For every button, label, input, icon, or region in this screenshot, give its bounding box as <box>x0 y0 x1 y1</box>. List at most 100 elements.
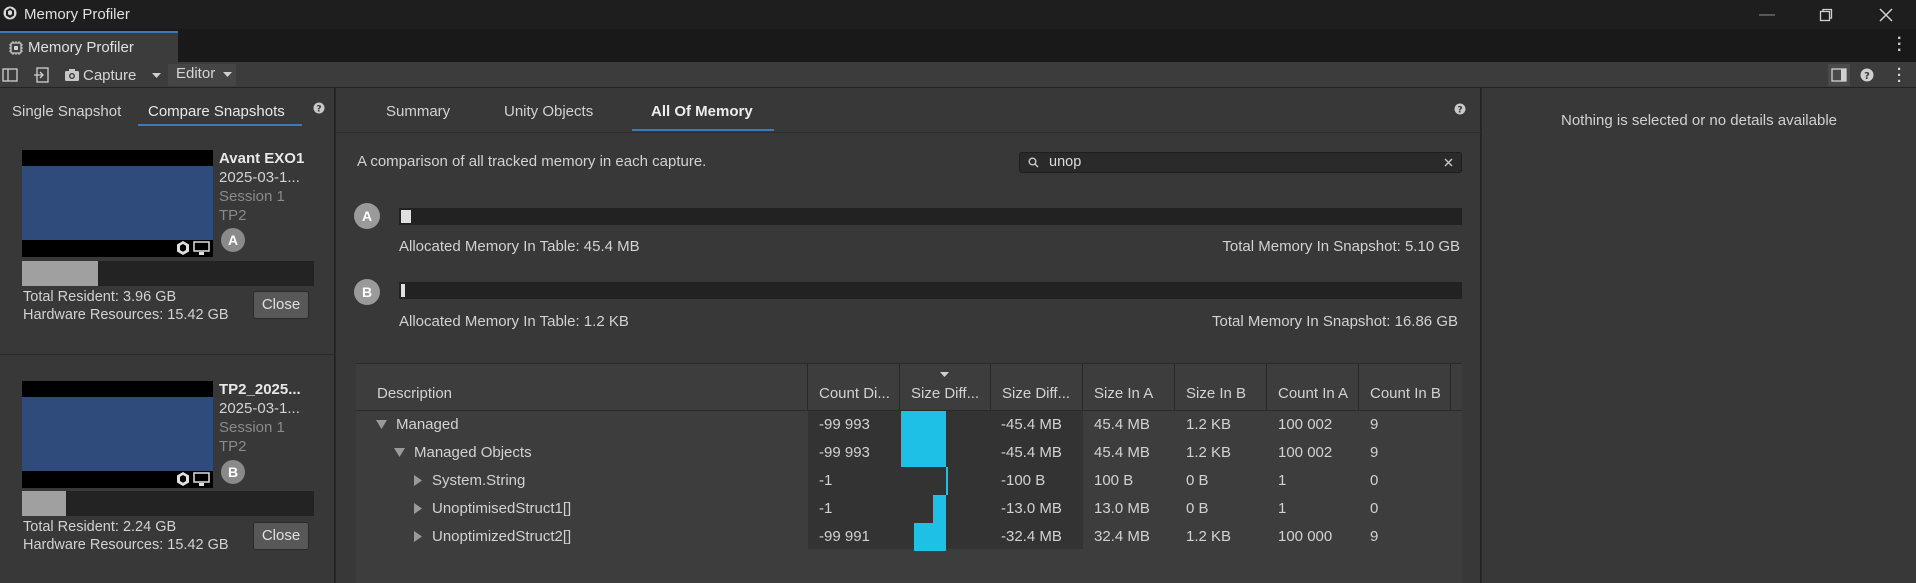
column-count-in-a[interactable]: Count In A <box>1267 364 1359 410</box>
row-size-in-a: 45.4 MB <box>1094 444 1150 461</box>
snapshot-date: 2025-03-1... <box>219 400 300 417</box>
svg-text:?: ? <box>316 105 321 115</box>
toggle-sidebar-button[interactable] <box>2 64 22 86</box>
row-count-in-a: 100 000 <box>1278 528 1333 545</box>
column-count-diff[interactable]: Count Di... <box>808 364 900 410</box>
row-size-diff: -45.4 MB <box>1001 444 1062 461</box>
expanded-triangle-icon[interactable] <box>394 447 405 458</box>
row-description: UnoptimisedStruct1[] <box>432 500 572 517</box>
column-description[interactable]: Description <box>356 364 808 410</box>
table-row[interactable]: Managed -99 993 -45.4 MB 45.4 MB 1.2 KB 100 0… <box>356 411 1460 439</box>
row-size-in-b: 0 B <box>1186 500 1209 517</box>
platform-icons <box>177 241 210 255</box>
svg-text:?: ? <box>1864 71 1870 82</box>
table-header: Description Count Di... Size Diff... Siz… <box>356 364 1462 411</box>
kebab-menu-icon[interactable]: · · · <box>1897 31 1902 59</box>
row-size-in-a: 13.0 MB <box>1094 500 1150 517</box>
column-size-in-b[interactable]: Size In B <box>1175 364 1267 410</box>
details-panel-toggle[interactable] <box>1828 64 1850 86</box>
row-size-in-b: 1.2 KB <box>1186 528 1232 545</box>
tab-summary[interactable]: Summary <box>386 103 450 120</box>
toolbar: Capture Editor ? · · · <box>0 62 1916 89</box>
row-count-diff: -1 <box>819 500 833 517</box>
resident-memory-fill <box>22 491 66 516</box>
import-icon <box>34 67 49 83</box>
tab-label: Memory Profiler <box>28 39 134 56</box>
row-description: Managed <box>396 416 459 433</box>
minimize-button[interactable]: — <box>1747 4 1787 26</box>
column-size-in-a[interactable]: Size In A <box>1083 364 1175 410</box>
close-window-button[interactable] <box>1866 4 1906 26</box>
row-description: UnoptimizedStruct2[] <box>432 528 572 545</box>
collapsed-triangle-icon[interactable] <box>412 475 423 486</box>
size-diff-bar <box>901 439 946 467</box>
snapshot-platform: TP2 <box>219 438 247 455</box>
row-size-in-a: 32.4 MB <box>1094 528 1150 545</box>
column-size-diff[interactable]: Size Diff... <box>991 364 1083 410</box>
close-snapshot-button[interactable]: Close <box>253 522 309 550</box>
tab-all-of-memory[interactable]: All Of Memory <box>651 103 753 120</box>
row-size-in-b: 0 B <box>1186 472 1209 489</box>
table-body: Managed -99 993 -45.4 MB 45.4 MB 1.2 KB 100 0… <box>356 411 1462 551</box>
table-row[interactable]: UnoptimisedStruct1[] -1 -13.0 MB 13.0 MB 0 B… <box>356 495 1460 523</box>
help-button[interactable]: ? <box>1860 64 1880 86</box>
table-row[interactable]: System.String -1 -100 B 100 B 0 B 1 0 <box>356 467 1460 495</box>
divider <box>336 132 1481 133</box>
column-size-diff-bar[interactable]: Size Diff... <box>900 364 991 410</box>
snapshots-panel: Single Snapshot Compare Snapshots ? Avan… <box>0 88 335 583</box>
row-count-in-b: 9 <box>1370 528 1379 545</box>
platform-icons <box>177 472 210 486</box>
capture-a-badge: A <box>354 203 380 229</box>
table-row[interactable]: Managed Objects -99 993 -45.4 MB 45.4 MB 1.2… <box>356 439 1460 467</box>
restore-button[interactable] <box>1806 4 1846 26</box>
snapshot-badge: B <box>221 460 245 484</box>
snapshot-thumbnail <box>22 150 213 257</box>
snapshot-thumbnail <box>22 381 213 488</box>
size-diff-bar <box>901 411 946 439</box>
row-count-in-a: 100 002 <box>1278 444 1333 461</box>
row-description: Managed Objects <box>414 444 532 461</box>
import-button[interactable] <box>33 64 53 86</box>
resident-memory-bar <box>22 491 314 516</box>
search-input[interactable]: unop <box>1049 154 1081 170</box>
expanded-triangle-icon[interactable] <box>376 419 387 430</box>
capture-b-badge: B <box>354 279 380 305</box>
size-diff-bar <box>945 467 948 495</box>
row-count-in-b: 9 <box>1370 444 1379 461</box>
restore-icon <box>1819 8 1833 22</box>
hardware-resources: Hardware Resources: 15.42 GB <box>23 307 229 323</box>
capture-b-memory-fill <box>401 284 405 297</box>
total-resident: Total Resident: 2.24 GB <box>23 519 177 535</box>
capture-b-allocated: Allocated Memory In Table: 1.2 KB <box>399 313 629 330</box>
active-mode-underline <box>138 124 302 126</box>
search-icon <box>1028 157 1039 168</box>
row-size-diff: -100 B <box>1001 472 1046 489</box>
row-size-in-a: 100 B <box>1094 472 1134 489</box>
help-icon[interactable]: ? <box>1454 103 1466 115</box>
compare-snapshots-tab[interactable]: Compare Snapshots <box>148 103 285 120</box>
single-snapshot-tab[interactable]: Single Snapshot <box>12 103 121 120</box>
table-row[interactable]: UnoptimizedStruct2[] -99 991 -32.4 MB 32.4 … <box>356 523 1460 551</box>
capture-b-total: Total Memory In Snapshot: 16.86 GB <box>1212 313 1458 330</box>
row-count-in-b: 9 <box>1370 416 1379 433</box>
svg-text:?: ? <box>1457 106 1462 116</box>
row-size-in-b: 1.2 KB <box>1186 444 1232 461</box>
camera-icon <box>65 69 79 81</box>
divider <box>0 354 335 355</box>
toolbar-kebab-icon[interactable]: · · · <box>1897 62 1909 89</box>
view-description: A comparison of all tracked memory in ea… <box>357 153 707 170</box>
panel-right-icon <box>1831 68 1847 82</box>
collapsed-triangle-icon[interactable] <box>412 503 423 514</box>
collapsed-triangle-icon[interactable] <box>412 531 423 542</box>
editor-target-dropdown[interactable]: Editor <box>168 64 236 86</box>
close-snapshot-button[interactable]: Close <box>253 291 309 319</box>
search-field[interactable]: unop <box>1019 152 1462 173</box>
close-icon <box>1879 8 1893 22</box>
column-count-in-b[interactable]: Count In B <box>1359 364 1451 410</box>
tab-memory-profiler[interactable]: Memory Profiler <box>0 31 178 62</box>
capture-button[interactable]: Capture <box>62 64 166 86</box>
help-icon[interactable]: ? <box>313 102 325 114</box>
clear-search-icon[interactable] <box>1444 158 1453 167</box>
sidebar-icon <box>2 68 18 82</box>
tab-unity-objects[interactable]: Unity Objects <box>504 103 593 120</box>
